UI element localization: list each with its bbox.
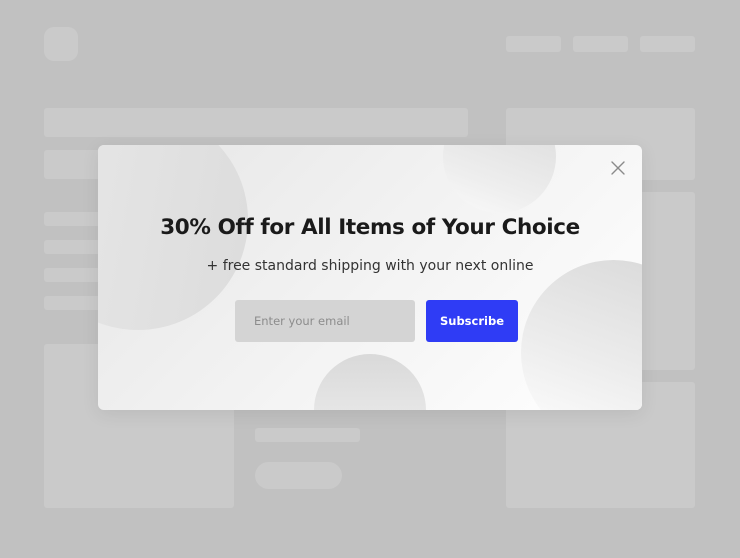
heading-placeholder [44,108,468,137]
subscribe-button[interactable]: Subscribe [426,300,518,342]
subscribe-modal: 30% Off for All Items of Your Choice + f… [98,145,642,410]
popup-subtitle: + free standard shipping with your next … [206,258,534,274]
text-line-placeholder [255,428,360,442]
nav-placeholder-3 [640,36,695,52]
popup-title: 30% Off for All Items of Your Choice [160,215,580,240]
nav-placeholder-1 [506,36,561,52]
decorative-circle [443,145,556,213]
logo-placeholder [44,27,78,61]
decorative-circle [314,354,426,410]
email-input[interactable] [235,300,415,342]
decorative-circle [521,260,642,410]
close-icon-glyph [611,161,625,175]
button-placeholder [255,462,342,489]
nav-placeholder-2 [573,36,628,52]
close-icon[interactable] [609,159,627,177]
